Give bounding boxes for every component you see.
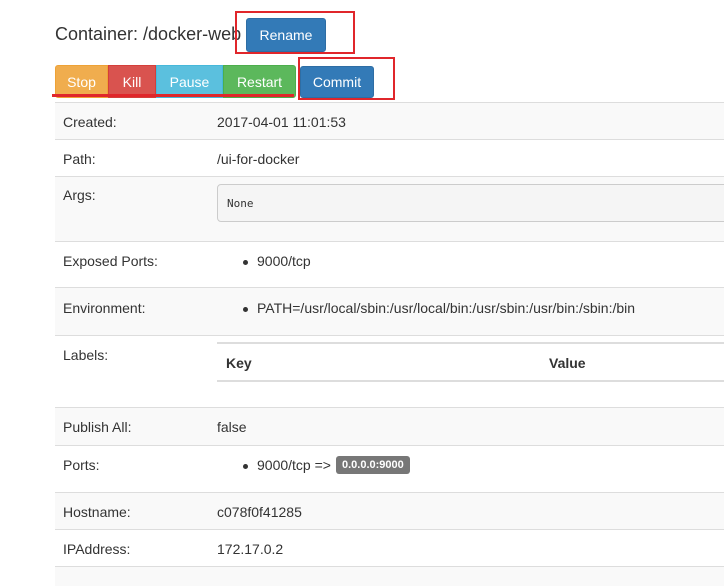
table-row-environment: Environment: PATH=/usr/local/sbin:/usr/l… <box>55 287 724 335</box>
labels-label: Labels: <box>63 347 109 363</box>
publish-all-label: Publish All: <box>63 419 132 435</box>
args-value: None <box>227 196 254 210</box>
path-label: Path: <box>63 151 96 167</box>
port-mapping: 9000/tcp => <box>257 457 331 473</box>
table-row-ip-address: IPAddress: 172.17.0.2 <box>55 529 724 566</box>
table-row-ports: Ports: 9000/tcp => 0.0.0.0:9000 <box>55 445 724 492</box>
environment-label: Environment: <box>63 300 146 316</box>
table-row-next <box>55 566 724 586</box>
ip-address-label: IPAddress: <box>63 541 131 557</box>
table-row-labels: Labels: Key Value <box>55 335 724 407</box>
exposed-ports-label: Exposed Ports: <box>63 253 158 269</box>
table-row-args: Args: None <box>55 176 724 241</box>
commit-button[interactable]: Commit <box>300 66 374 98</box>
bullet-icon <box>243 464 248 469</box>
ip-address-value: 172.17.0.2 <box>217 541 284 557</box>
table-row-path: Path: /ui-for-docker <box>55 139 724 176</box>
created-value: 2017-04-01 11:01:53 <box>217 114 346 130</box>
args-label: Args: <box>63 187 96 203</box>
rename-button[interactable]: Rename <box>246 18 326 52</box>
bullet-icon <box>243 260 248 265</box>
exposed-port-item: 9000/tcp <box>257 253 311 269</box>
created-label: Created: <box>63 114 117 130</box>
table-row-created: Created: 2017-04-01 11:01:53 <box>55 102 724 139</box>
table-row-hostname: Hostname: c078f0f41285 <box>55 492 724 529</box>
hostname-label: Hostname: <box>63 504 131 520</box>
publish-all-value: false <box>217 419 247 435</box>
page-title: Container: /docker-web <box>55 24 242 44</box>
host-binding-badge: 0.0.0.0:9000 <box>336 456 410 474</box>
ports-label: Ports: <box>63 457 100 473</box>
action-buttons-underline <box>52 94 294 97</box>
hostname-value: c078f0f41285 <box>217 504 302 520</box>
labels-key-header: Key <box>226 355 252 371</box>
args-value-box: None <box>217 184 724 222</box>
labels-table-top-border <box>217 342 724 344</box>
table-row-publish-all: Publish All: false <box>55 407 724 445</box>
table-row-exposed-ports: Exposed Ports: 9000/tcp <box>55 241 724 287</box>
bullet-icon <box>243 307 248 312</box>
page-header: Container: /docker-web <box>55 17 241 52</box>
environment-item: PATH=/usr/local/sbin:/usr/local/bin:/usr… <box>257 300 636 316</box>
labels-table-header-border <box>217 380 724 382</box>
path-value: /ui-for-docker <box>217 151 300 167</box>
container-details-table: Created: 2017-04-01 11:01:53 Path: /ui-f… <box>55 102 724 586</box>
labels-value-header: Value <box>549 355 586 371</box>
